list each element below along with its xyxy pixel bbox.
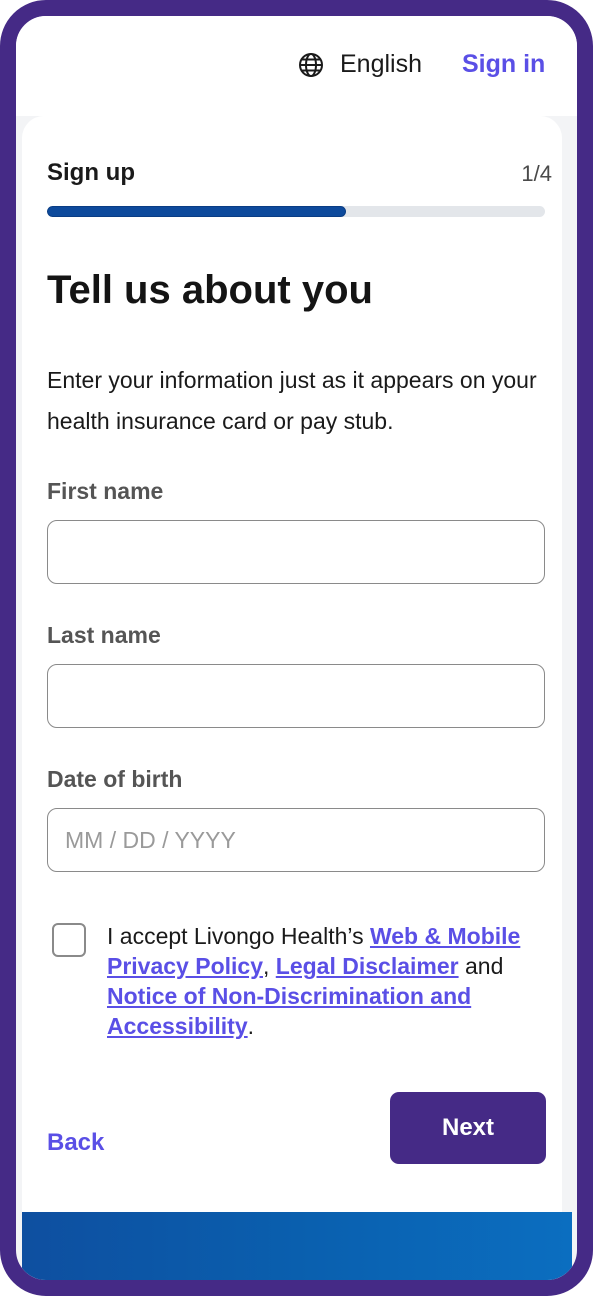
dob-label: Date of birth (47, 766, 183, 792)
globe-icon (298, 52, 324, 78)
consent-suffix: . (247, 1013, 255, 1039)
progress-fill (47, 206, 346, 217)
footer-band (22, 1212, 572, 1280)
step-count: 1/4 (521, 161, 552, 186)
last-name-field[interactable] (47, 664, 545, 728)
signup-card: Sign up 1/4 Tell us about you Enter your… (22, 116, 562, 1226)
dob-field[interactable] (47, 808, 545, 872)
language-selector[interactable]: English (298, 50, 422, 79)
non-discrimination-link[interactable]: Notice of Non-Discrimination and Accessi… (107, 983, 471, 1039)
consent-text: I accept Livongo Health’s Web & Mobile P… (107, 921, 527, 1041)
consent-sep-2: and (458, 953, 504, 979)
page-title: Tell us about you (47, 268, 373, 312)
back-button[interactable]: Back (47, 1129, 104, 1157)
sign-in-link[interactable]: Sign in (462, 50, 545, 79)
device-frame: English Sign in Sign up 1/4 Tell us abou… (0, 0, 593, 1296)
first-name-label: First name (47, 478, 164, 504)
progress-bar (47, 206, 545, 217)
consent-checkbox[interactable] (52, 923, 86, 957)
legal-disclaimer-link[interactable]: Legal Disclaimer (276, 953, 459, 979)
last-name-label: Last name (47, 622, 161, 648)
top-bar: English Sign in (16, 16, 577, 116)
consent-sep-1: , (263, 953, 276, 979)
next-button[interactable]: Next (390, 1092, 546, 1164)
step-label: Sign up (47, 159, 135, 186)
page-subtitle: Enter your information just as it appear… (47, 367, 537, 434)
first-name-field[interactable] (47, 520, 545, 584)
language-label: English (340, 50, 422, 78)
consent-prefix: I accept Livongo Health’s (107, 923, 370, 949)
